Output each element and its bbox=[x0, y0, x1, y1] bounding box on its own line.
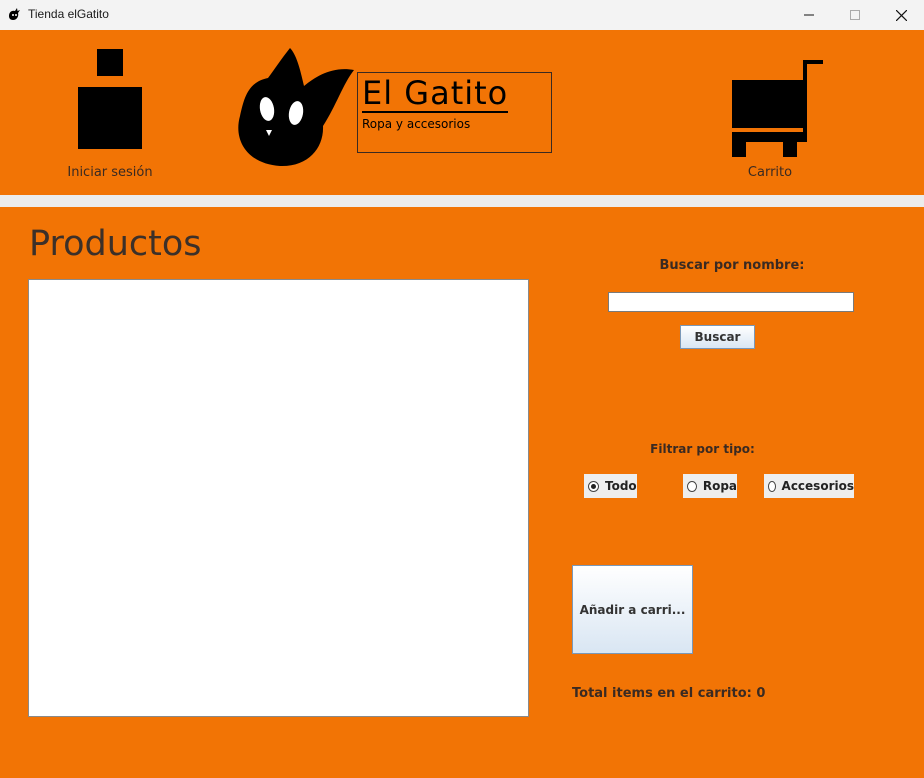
search-label: Buscar por nombre: bbox=[659, 258, 805, 273]
minimize-icon bbox=[804, 14, 814, 16]
close-icon bbox=[895, 9, 907, 21]
title-bar: Tienda elGatito bbox=[0, 0, 924, 31]
radio-unselected-icon bbox=[768, 480, 776, 492]
user-icon[interactable] bbox=[78, 48, 142, 149]
header-separator bbox=[0, 195, 924, 207]
filter-option-label: Accesorios bbox=[781, 479, 854, 493]
login-label[interactable]: Iniciar sesión bbox=[40, 165, 180, 180]
search-button[interactable]: Buscar bbox=[680, 325, 755, 349]
filter-option-label: Ropa bbox=[702, 479, 737, 493]
cart-icon[interactable] bbox=[731, 60, 823, 158]
brand-box: El Gatito Ropa y accesorios bbox=[357, 72, 552, 153]
filter-radio-todo[interactable]: Todo bbox=[584, 474, 637, 498]
cart-label[interactable]: Carrito bbox=[720, 165, 820, 180]
minimize-button[interactable] bbox=[786, 0, 832, 30]
brand-tagline: Ropa y accesorios bbox=[362, 117, 471, 131]
radio-unselected-icon bbox=[687, 480, 697, 492]
filter-radio-accesorios[interactable]: Accesorios bbox=[764, 474, 854, 498]
filter-label: Filtrar por tipo: bbox=[650, 442, 755, 456]
maximize-icon bbox=[850, 10, 860, 20]
product-list[interactable] bbox=[28, 279, 529, 717]
page-title: Productos bbox=[29, 224, 202, 264]
brand-name: El Gatito bbox=[362, 74, 509, 113]
window-title: Tienda elGatito bbox=[28, 7, 109, 21]
cat-logo-icon bbox=[238, 48, 354, 167]
close-button[interactable] bbox=[878, 0, 924, 30]
filter-radio-ropa[interactable]: Ropa bbox=[683, 474, 737, 498]
cat-app-icon bbox=[9, 8, 20, 20]
maximize-button[interactable] bbox=[832, 0, 878, 30]
radio-selected-icon bbox=[588, 480, 599, 492]
filter-option-label: Todo bbox=[605, 479, 637, 493]
search-input[interactable] bbox=[608, 292, 854, 312]
add-to-cart-button[interactable]: Añadir a carri... bbox=[572, 565, 693, 654]
cart-total-text: Total items en el carrito: 0 bbox=[572, 686, 766, 701]
